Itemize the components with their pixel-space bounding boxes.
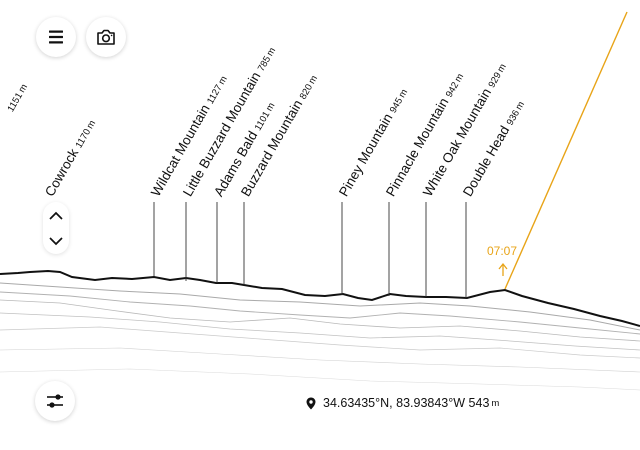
sliders-icon [47, 394, 63, 408]
elevation-unit: m [491, 397, 500, 409]
peak-leader-lines [153, 202, 467, 298]
ridge-line [0, 299, 640, 342]
longitude: 83.93843°W [396, 396, 466, 410]
peak-elevation: 936 [505, 108, 522, 127]
scroll-down-button[interactable] [43, 228, 69, 254]
sun-up-arrow-icon [498, 262, 508, 276]
peak-name: Cowrock [42, 143, 83, 199]
camera-button[interactable] [86, 17, 126, 57]
peak-elevation: 929 [486, 71, 503, 90]
ridge-line [0, 312, 640, 351]
hamburger-menu-icon [49, 30, 63, 44]
peak-label-text: Cowrock 1170m [42, 116, 98, 199]
ridge-line [0, 326, 640, 359]
scroll-control [43, 202, 69, 254]
elevation: 543 [468, 396, 490, 410]
peak-label-text: 1151m [5, 82, 30, 114]
peak-label[interactable]: 1151m [5, 82, 30, 114]
camera-icon [97, 29, 115, 45]
peak-elevation: 942 [444, 80, 461, 99]
background-ridges [0, 282, 640, 391]
sun-time-label: 07:07 [487, 244, 517, 258]
peak-name: White Oak Mountain [420, 82, 496, 199]
sun-path-line [504, 11, 628, 290]
scroll-up-button[interactable] [43, 202, 69, 228]
location-readout: 34.63435°N, 83.93843°W 543 m [306, 394, 499, 412]
location-pin-icon [306, 397, 316, 410]
ridge-line [0, 368, 640, 391]
peak-elevation: 1170 [74, 127, 94, 150]
peak-elevation: 1101 [253, 110, 273, 133]
peak-elevation: 1127 [205, 83, 225, 106]
peak-elevation: 785 [256, 54, 273, 73]
ridge-line [0, 291, 640, 335]
peak-elevation: 1151 [5, 91, 25, 114]
menu-button[interactable] [36, 17, 76, 57]
chevron-up-icon [49, 211, 63, 220]
peak-labels: 1151mCowrock 1170m Wildcat Mountain 1127m… [5, 46, 527, 199]
ridge-line [0, 282, 640, 331]
terrain-panorama[interactable]: 1151mCowrock 1170m Wildcat Mountain 1127m… [0, 0, 640, 450]
chevron-down-icon [49, 236, 63, 245]
peak-elevation: 945 [388, 96, 405, 115]
peak-label[interactable]: Cowrock 1170m [42, 116, 98, 199]
settings-button[interactable] [35, 381, 75, 421]
latitude: 34.63435°N [323, 396, 390, 410]
peak-elevation: 820 [298, 82, 315, 101]
